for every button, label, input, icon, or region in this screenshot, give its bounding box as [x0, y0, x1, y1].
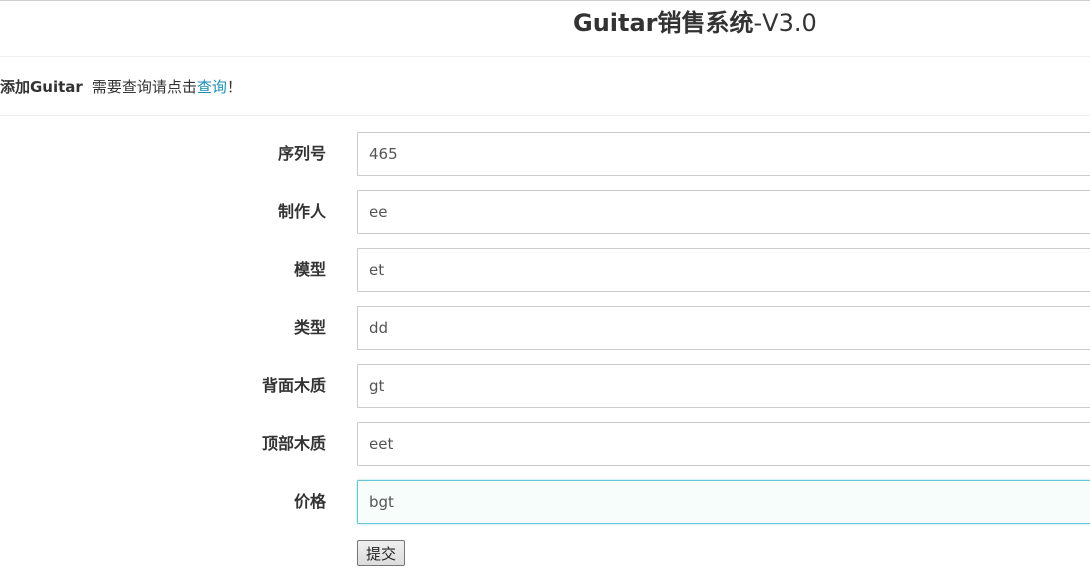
serial-number-label: 序列号	[277, 144, 326, 163]
back-wood-input[interactable]	[357, 364, 1090, 408]
section-title: 添加Guitar	[0, 78, 83, 96]
page-title-main: Guitar销售系统	[573, 9, 754, 37]
top-wood-input[interactable]	[357, 422, 1090, 466]
form-row-serial-number: 序列号	[0, 132, 1090, 176]
form-row-builder: 制作人	[0, 190, 1090, 234]
form-row-model: 模型	[0, 248, 1090, 292]
subheader: 添加Guitar 需要查询请点击查询！	[0, 57, 1090, 116]
serial-number-input[interactable]	[357, 132, 1090, 176]
back-wood-label: 背面木质	[261, 376, 326, 395]
query-link[interactable]: 查询	[197, 78, 227, 96]
type-input[interactable]	[357, 306, 1090, 350]
model-label: 模型	[293, 260, 326, 279]
top-wood-label: 顶部木质	[261, 434, 326, 453]
form-row-price: 价格	[0, 480, 1090, 524]
subheader-text: 添加Guitar 需要查询请点击查询！	[0, 77, 242, 97]
page-title-version: -V3.0	[753, 9, 817, 37]
page: Guitar销售系统-V3.0 添加Guitar 需要查询请点击查询！ 序列号 制…	[0, 0, 1090, 588]
page-header: Guitar销售系统-V3.0	[0, 1, 1090, 57]
price-label: 价格	[293, 492, 326, 511]
form-row-back-wood: 背面木质	[0, 364, 1090, 408]
page-title: Guitar销售系统-V3.0	[573, 8, 817, 38]
query-hint-text: 需要查询请点击	[91, 78, 197, 96]
form-row-type: 类型	[0, 306, 1090, 350]
builder-input[interactable]	[357, 190, 1090, 234]
builder-label: 制作人	[277, 202, 326, 221]
form-row-top-wood: 顶部木质	[0, 422, 1090, 466]
submit-button[interactable]: 提交	[357, 540, 405, 566]
price-input[interactable]	[357, 480, 1090, 524]
model-input[interactable]	[357, 248, 1090, 292]
query-hint-suffix: ！	[226, 78, 242, 96]
type-label: 类型	[293, 318, 326, 337]
